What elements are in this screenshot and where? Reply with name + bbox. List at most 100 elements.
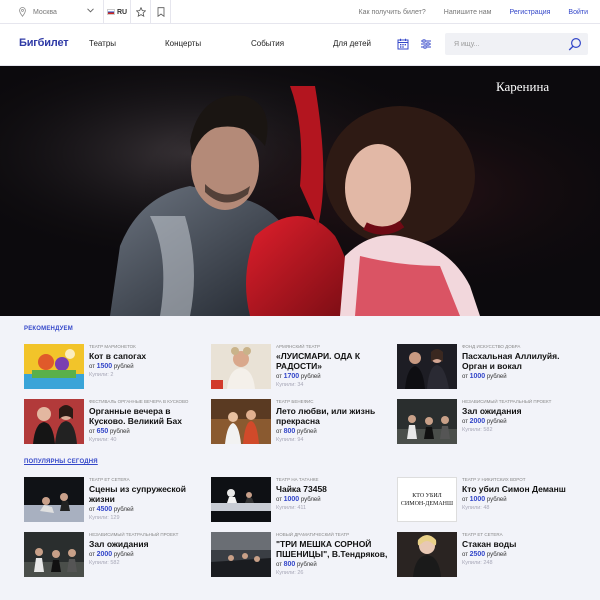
event-thumbnail bbox=[24, 344, 84, 389]
bought-count: Купили: 48 bbox=[462, 505, 490, 511]
event-thumbnail bbox=[397, 532, 457, 577]
event-venue: ФОНД ИСКУССТВО ДОБРА bbox=[462, 344, 521, 349]
bookmarks-button[interactable] bbox=[151, 0, 171, 24]
event-thumbnail bbox=[211, 399, 271, 444]
event-venue: ТЕАТР МАРИОНЕТОК bbox=[89, 344, 136, 349]
event-thumbnail bbox=[397, 399, 457, 444]
event-title[interactable]: Зал ожидания bbox=[89, 539, 209, 549]
bought-count: Купили: 582 bbox=[89, 560, 120, 566]
event-price: от 2500 рублей bbox=[462, 551, 507, 558]
section-title-popular-today[interactable]: ПОПУЛЯРНЫ СЕГОДНЯ bbox=[24, 459, 98, 465]
event-title[interactable]: Стакан воды bbox=[462, 539, 582, 549]
nav-theaters[interactable]: Театры bbox=[89, 39, 116, 48]
event-title[interactable]: Кто убил Симон Деманш bbox=[462, 484, 582, 494]
event-price: от 800 рублей bbox=[276, 428, 317, 435]
event-price: от 2000 рублей bbox=[462, 418, 507, 425]
site-logo[interactable]: Бигбилет bbox=[19, 37, 69, 49]
event-card[interactable]: ТЕАТР ET CETERA Стакан воды от 2500 рубл… bbox=[397, 532, 582, 582]
main-header: Бигбилет Театры Концерты События Для дет… bbox=[0, 24, 600, 66]
event-thumbnail bbox=[211, 344, 271, 389]
bought-count: Купили: 582 bbox=[462, 427, 493, 433]
event-venue: ТЕАТР БЕНЕФИС bbox=[276, 399, 314, 404]
event-card[interactable]: ТЕАТР МАРИОНЕТОК Кот в сапогах от 1500 р… bbox=[24, 344, 209, 394]
filter-sliders-icon[interactable] bbox=[420, 38, 432, 50]
event-price: от 1000 рублей bbox=[462, 496, 507, 503]
event-venue: НЕЗАВИСИМЫЙ ТЕАТРАЛЬНЫЙ ПРОЕКТ bbox=[89, 532, 179, 537]
nav-for-kids[interactable]: Для детей bbox=[333, 39, 371, 48]
city-label: Москва bbox=[33, 8, 57, 16]
bought-count: Купили: 40 bbox=[89, 437, 117, 443]
event-thumbnail bbox=[211, 477, 271, 522]
search-input[interactable] bbox=[445, 33, 555, 56]
bought-count: Купили: 129 bbox=[89, 515, 120, 521]
location-pin-icon bbox=[19, 7, 26, 17]
event-thumbnail bbox=[397, 344, 457, 389]
event-venue: АРМЯНСКИЙ ТЕАТР bbox=[276, 344, 320, 349]
event-venue: ТЕАТР ET CETERA bbox=[89, 477, 130, 482]
event-card[interactable]: ТЕАТР ET CETERA Сцены из супружеской жиз… bbox=[24, 477, 209, 527]
russia-flag-icon bbox=[106, 9, 115, 15]
event-card[interactable]: ТЕАТР НА ТАГАНКЕ Чайка 73458 от 1000 руб… bbox=[211, 477, 396, 527]
section-title-recommended: РЕКОМЕНДУЕМ bbox=[24, 326, 73, 332]
calendar-icon[interactable] bbox=[397, 38, 409, 50]
event-price: от 1700 рублей bbox=[276, 373, 321, 380]
nav-events[interactable]: События bbox=[251, 39, 284, 48]
event-venue: ТЕАТР ET CETERA bbox=[462, 532, 503, 537]
event-title[interactable]: Зал ожидания bbox=[462, 406, 582, 416]
event-card[interactable]: КТО УБИЛ СИМОН-ДЕМАНШ ТЕАТР У НИКИТСКИХ … bbox=[397, 477, 582, 527]
event-title[interactable]: Лето любви, или жизнь прекрасна bbox=[276, 406, 396, 426]
login-link[interactable]: Войти bbox=[568, 9, 588, 16]
contact-us-link[interactable]: Напишите нам bbox=[444, 9, 492, 16]
event-venue: ТЕАТР НА ТАГАНКЕ bbox=[276, 477, 319, 482]
event-title[interactable]: «ЛУИСМАРИ. ОДА К РАДОСТИ» bbox=[276, 351, 396, 371]
event-card[interactable]: НОВЫЙ ДРАМАТИЧЕСКИЙ ТЕАТР "ТРИ МЕШКА СОР… bbox=[211, 532, 396, 582]
hero-title: Каренина bbox=[496, 79, 550, 94]
city-selector[interactable]: Москва bbox=[0, 0, 104, 24]
poster-text: КТО УБИЛ СИМОН-ДЕМАНШ bbox=[400, 493, 454, 507]
event-price: от 800 рублей bbox=[276, 561, 317, 568]
bought-count: Купили: 26 bbox=[276, 570, 304, 576]
language-label: RU bbox=[116, 8, 128, 16]
event-card[interactable]: НЕЗАВИСИМЫЙ ТЕАТРАЛЬНЫЙ ПРОЕКТ Зал ожида… bbox=[397, 399, 582, 449]
bookmark-icon bbox=[157, 7, 164, 17]
search-box bbox=[445, 33, 588, 56]
event-thumbnail bbox=[211, 532, 271, 577]
language-selector[interactable]: RU bbox=[104, 0, 131, 24]
event-title[interactable]: Сцены из супружеской жизни bbox=[89, 484, 209, 504]
bought-count: Купили: 2 bbox=[89, 372, 114, 378]
event-card[interactable]: ФЕСТИВАЛЬ ОРГАННЫЕ ВЕЧЕРА В КУСКОВО Орга… bbox=[24, 399, 209, 449]
event-card[interactable]: ТЕАТР БЕНЕФИС Лето любви, или жизнь прек… bbox=[211, 399, 396, 449]
how-to-get-ticket-link[interactable]: Как получить билет? bbox=[359, 9, 426, 16]
hero-photo bbox=[0, 66, 600, 316]
search-icon[interactable] bbox=[568, 37, 582, 51]
chevron-down-icon bbox=[87, 8, 94, 13]
event-title[interactable]: "ТРИ МЕШКА СОРНОЙ ПШЕНИЦЫ", В.Тендряков, bbox=[276, 539, 396, 559]
favorites-button[interactable] bbox=[131, 0, 151, 24]
event-price: от 650 рублей bbox=[89, 428, 130, 435]
event-price: от 4500 рублей bbox=[89, 506, 134, 513]
event-card[interactable]: ФОНД ИСКУССТВО ДОБРА Пасхальная Аллилуйя… bbox=[397, 344, 582, 394]
event-venue: ТЕАТР У НИКИТСКИХ ВОРОТ bbox=[462, 477, 526, 482]
hero-banner[interactable]: Каренина bbox=[0, 66, 600, 316]
register-link[interactable]: Регистрация bbox=[509, 9, 550, 16]
event-card[interactable]: АРМЯНСКИЙ ТЕАТР «ЛУИСМАРИ. ОДА К РАДОСТИ… bbox=[211, 344, 396, 394]
event-thumbnail bbox=[24, 477, 84, 522]
event-card[interactable]: НЕЗАВИСИМЫЙ ТЕАТРАЛЬНЫЙ ПРОЕКТ Зал ожида… bbox=[24, 532, 209, 582]
event-venue: НОВЫЙ ДРАМАТИЧЕСКИЙ ТЕАТР bbox=[276, 532, 350, 537]
event-title[interactable]: Органные вечера в Кусково. Великий Бах bbox=[89, 406, 209, 426]
bought-count: Купили: 34 bbox=[276, 382, 304, 388]
event-thumbnail bbox=[24, 399, 84, 444]
event-price: от 2000 рублей bbox=[89, 551, 134, 558]
event-thumbnail bbox=[24, 532, 84, 577]
star-icon bbox=[135, 7, 146, 17]
event-thumbnail: КТО УБИЛ СИМОН-ДЕМАНШ bbox=[397, 477, 457, 522]
event-title[interactable]: Пасхальная Аллилуйя. Орган и вокал bbox=[462, 351, 582, 371]
top-utility-bar: Москва RU Как получить билет? Напишите н… bbox=[0, 0, 600, 24]
event-price: от 1500 рублей bbox=[89, 363, 134, 370]
bought-count: Купили: 248 bbox=[462, 560, 493, 566]
event-title[interactable]: Кот в сапогах bbox=[89, 351, 209, 361]
bought-count: Купили: 411 bbox=[276, 505, 307, 511]
event-title[interactable]: Чайка 73458 bbox=[276, 484, 396, 494]
bought-count: Купили: 94 bbox=[276, 437, 304, 443]
nav-concerts[interactable]: Концерты bbox=[165, 39, 201, 48]
